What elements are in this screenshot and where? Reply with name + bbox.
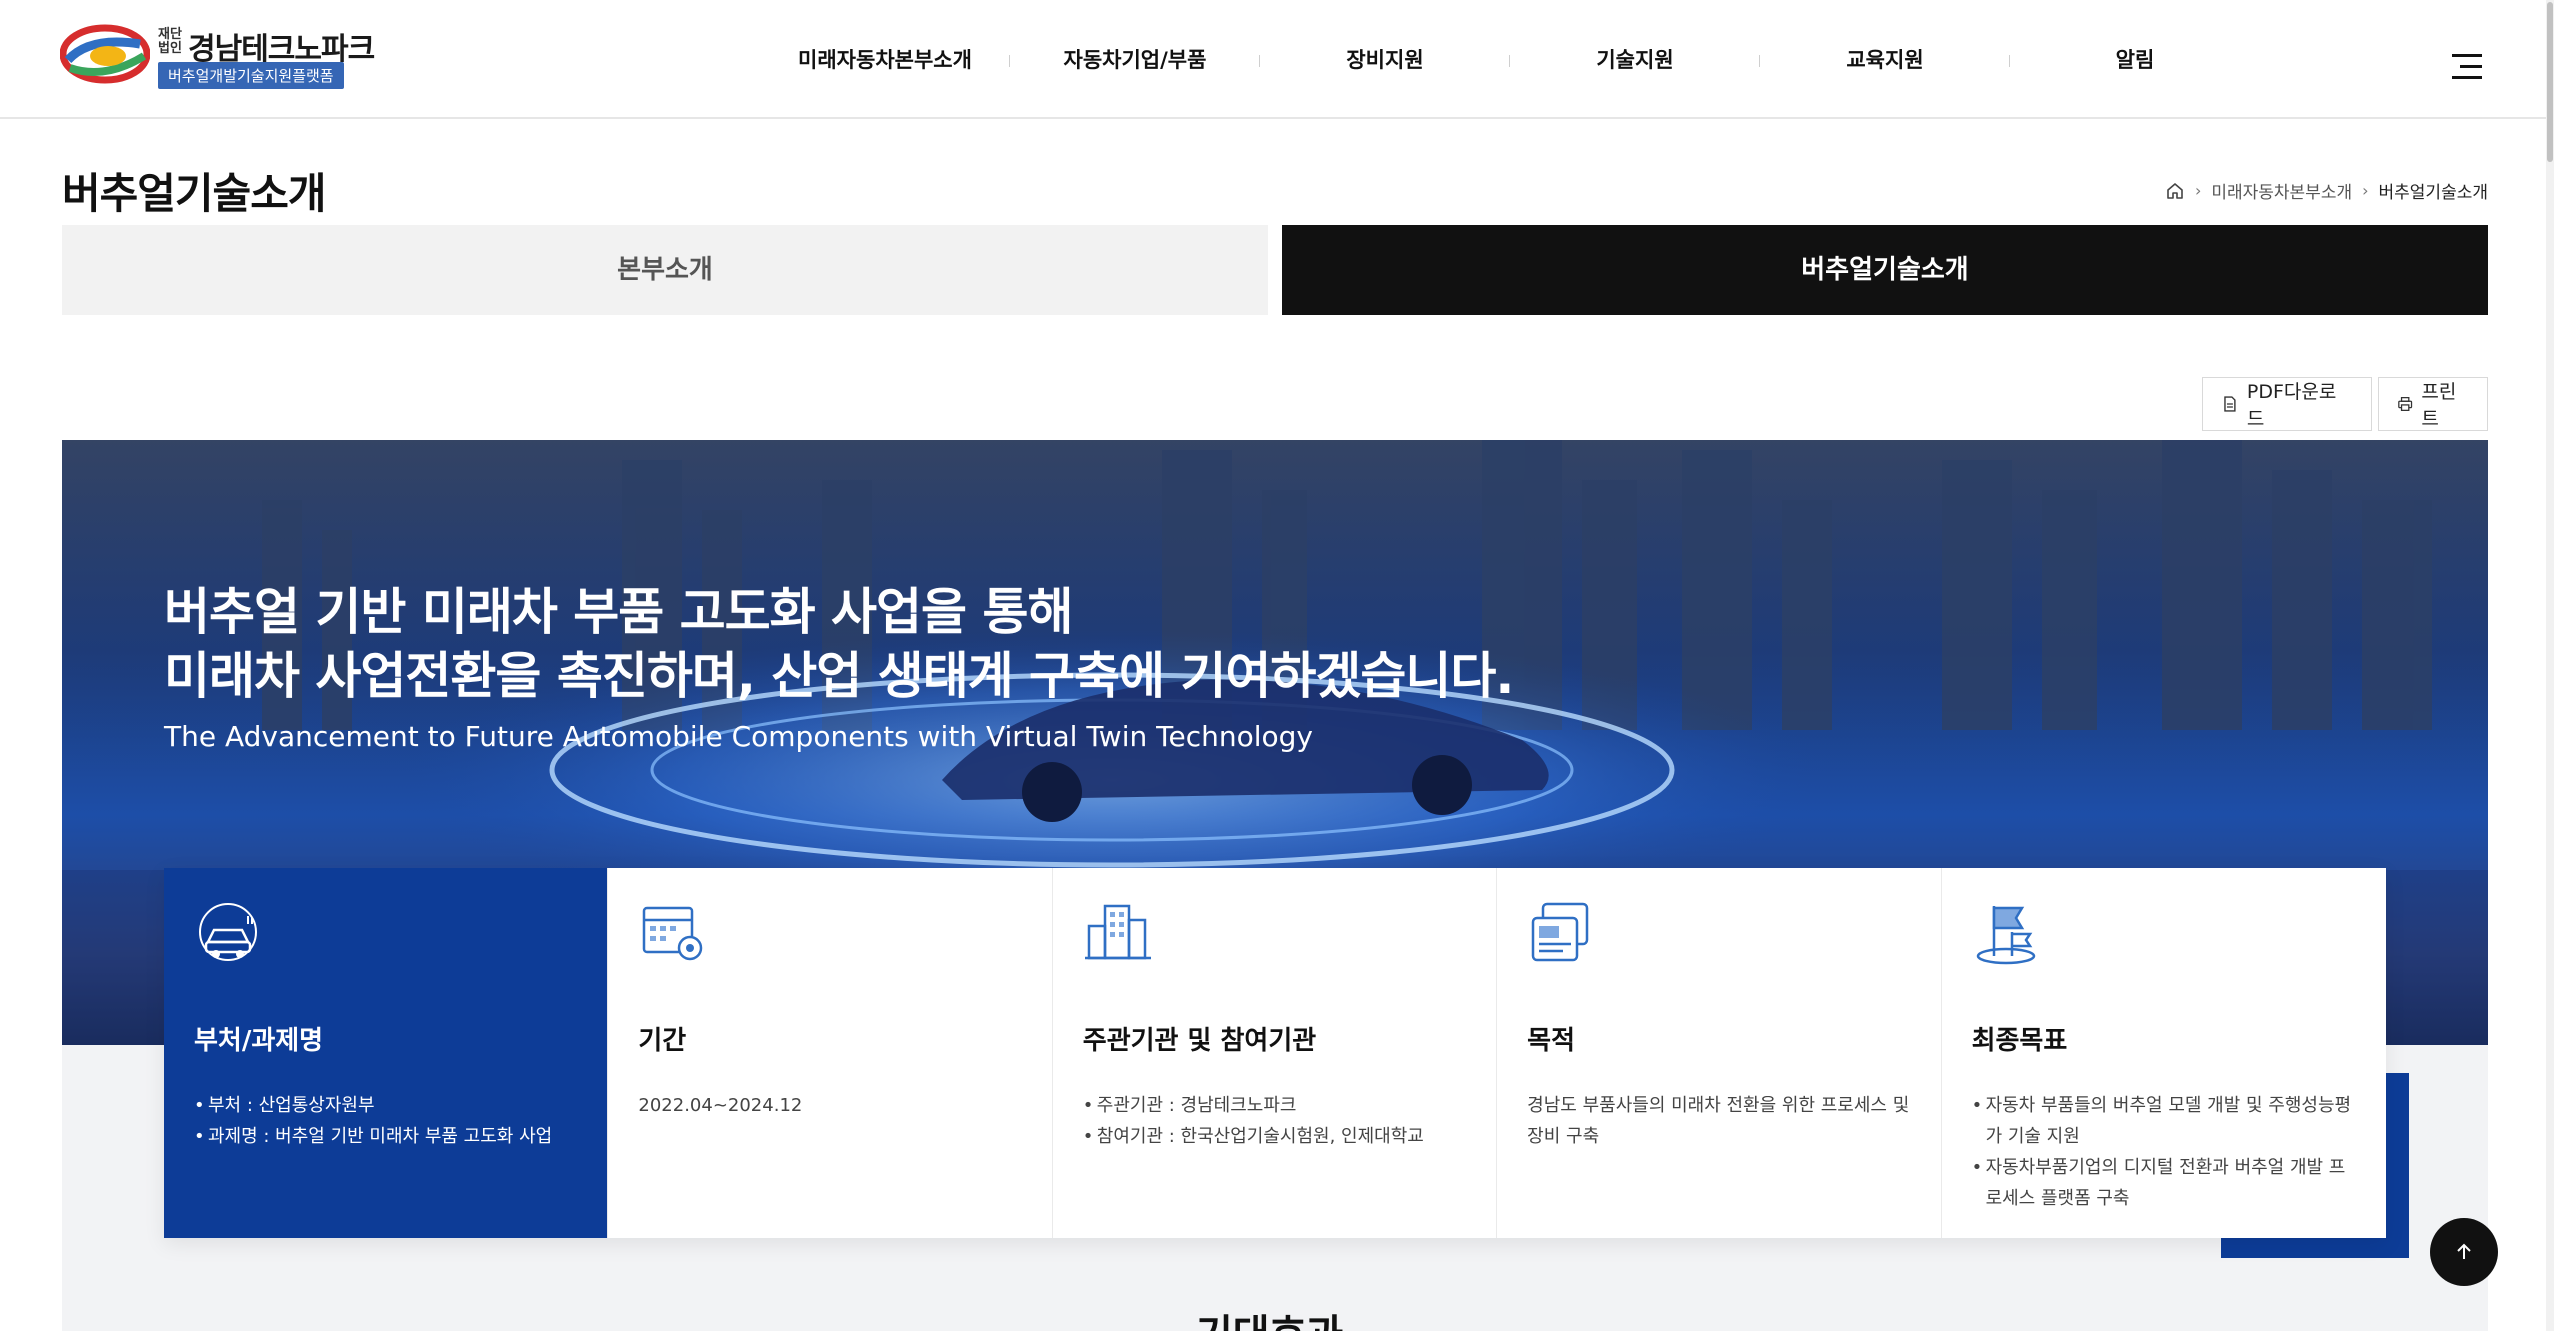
chevron-right-icon: › <box>2194 181 2202 200</box>
scroll-to-top-button[interactable] <box>2430 1218 2498 1286</box>
section-heading-expected-effects: 기대효과 <box>1196 1302 1343 1331</box>
arrow-up-icon <box>2457 1243 2471 1259</box>
scrollbar-thumb[interactable] <box>2547 2 2553 162</box>
nav-item-auto-companies[interactable]: 자동차기업/부품 <box>1010 40 1260 80</box>
card-title: 목적 <box>1527 1026 1576 1056</box>
nav-item-future-car[interactable]: 미래자동차본부소개 <box>760 40 1010 80</box>
page-title: 버추얼기술소개 <box>62 169 326 218</box>
card-body: 2022.04~2024.12 <box>638 1095 803 1116</box>
documents-icon <box>1531 902 1589 962</box>
main-nav: 미래자동차본부소개 자동차기업/부품 장비지원 기술지원 교육지원 알림 <box>760 40 2260 80</box>
card-list-item: 과제명 : 버추얼 기반 미래차 부품 고도화 사업 <box>194 1121 581 1152</box>
card-purpose: 목적 경남도 부품사들의 미래차 전환을 위한 프로세스 및 장비 구축 <box>1497 868 1942 1238</box>
page-scrollbar[interactable] <box>2546 0 2554 1331</box>
nav-item-equipment[interactable]: 장비지원 <box>1260 40 1510 80</box>
flag-target-icon <box>1976 906 2035 965</box>
card-body: 주관기관 : 경남테크노파크 참여기관 : 한국산업기술시험원, 인제대학교 <box>1083 1090 1470 1152</box>
hero-headline-line2: 미래차 사업전환을 촉진하며, 산업 생태계 구축에 기여하겠습니다. <box>164 647 1514 705</box>
logo[interactable]: 재단법인 경남테크노파크 버추얼개발기술지원플랫폼 <box>60 20 380 90</box>
printer-icon <box>2398 397 2413 411</box>
card-list-item: 주관기관 : 경남테크노파크 <box>1083 1090 1470 1121</box>
document-icon <box>2224 396 2236 412</box>
section-tabs: 본부소개 버추얼기술소개 <box>62 225 2488 315</box>
logo-foundation-label: 재단법인 <box>158 27 182 56</box>
home-icon[interactable] <box>2165 181 2185 201</box>
card-title: 부처/과제명 <box>194 1026 324 1056</box>
card-title: 최종목표 <box>1971 1026 2068 1056</box>
tab-virtual-tech[interactable]: 버추얼기술소개 <box>1282 225 2488 315</box>
card-list-item: 참여기관 : 한국산업기술시험원, 인제대학교 <box>1083 1121 1470 1152</box>
card-body: 부처 : 산업통상자원부 과제명 : 버추얼 기반 미래차 부품 고도화 사업 <box>194 1090 581 1152</box>
breadcrumb-current: 버추얼기술소개 <box>2378 183 2488 203</box>
card-list-item: 자동차 부품들의 버추얼 모델 개발 및 주행성능평가 기술 지원 <box>1972 1090 2360 1152</box>
chevron-right-icon: › <box>2362 181 2369 200</box>
logo-mark-icon <box>60 24 150 84</box>
card-period: 기간 2022.04~2024.12 <box>608 868 1053 1238</box>
site-header: 재단법인 경남테크노파크 버추얼개발기술지원플랫폼 미래자동차본부소개 자동차기… <box>0 0 2554 119</box>
hamburger-menu-icon[interactable] <box>2452 54 2482 80</box>
card-body: 자동차 부품들의 버추얼 모델 개발 및 주행성능평가 기술 지원 자동차부품기… <box>1972 1090 2360 1214</box>
card-ministry-project: 부처/과제명 부처 : 산업통상자원부 과제명 : 버추얼 기반 미래차 부품 … <box>164 868 609 1238</box>
card-final-goal: 최종목표 자동차 부품들의 버추얼 모델 개발 및 주행성능평가 기술 지원 자… <box>1942 868 2386 1238</box>
card-title: 주관기관 및 참여기관 <box>1082 1026 1317 1056</box>
nav-item-education[interactable]: 교육지원 <box>1760 40 2010 80</box>
print-button[interactable]: 프린트 <box>2378 377 2488 431</box>
pdf-download-label: PDF다운로드 <box>2246 381 2337 430</box>
calendar-gear-icon <box>643 906 703 961</box>
logo-tagline: 버추얼개발기술지원플랫폼 <box>158 62 344 89</box>
card-list-item: 자동차부품기업의 디지털 전환과 버추얼 개발 프로세스 플랫폼 구축 <box>1972 1152 2360 1214</box>
project-info-cards: 부처/과제명 부처 : 산업통상자원부 과제명 : 버추얼 기반 미래차 부품 … <box>164 868 2386 1238</box>
nav-item-tech-support[interactable]: 기술지원 <box>1510 40 1760 80</box>
card-title: 기간 <box>638 1026 687 1056</box>
car-icon <box>199 903 257 961</box>
tab-about-division[interactable]: 본부소개 <box>62 225 1268 315</box>
card-list-item: 부처 : 산업통상자원부 <box>194 1090 581 1121</box>
building-icon <box>1084 904 1151 960</box>
breadcrumb-item[interactable]: 미래자동차본부소개 <box>2211 178 2352 203</box>
card-body: 경남도 부품사들의 미래차 전환을 위한 프로세스 및 장비 구축 <box>1527 1095 1910 1147</box>
pdf-download-button[interactable]: PDF다운로드 <box>2202 377 2372 431</box>
hero-headline-line1: 버추얼 기반 미래차 부품 고도화 사업을 통해 <box>164 583 1073 641</box>
card-organizations: 주관기관 및 참여기관 주관기관 : 경남테크노파크 참여기관 : 한국산업기술… <box>1053 868 1498 1238</box>
hero-subtitle: The Advancement to Future Automobile Com… <box>164 720 1313 753</box>
print-label: 프린트 <box>2421 381 2457 430</box>
breadcrumb: › 미래자동차본부소개 › 버추얼기술소개 <box>2165 178 2488 203</box>
hero-headline: 버추얼 기반 미래차 부품 고도화 사업을 통해 미래차 사업전환을 촉진하며,… <box>164 580 1514 708</box>
nav-item-notice[interactable]: 알림 <box>2010 40 2260 80</box>
